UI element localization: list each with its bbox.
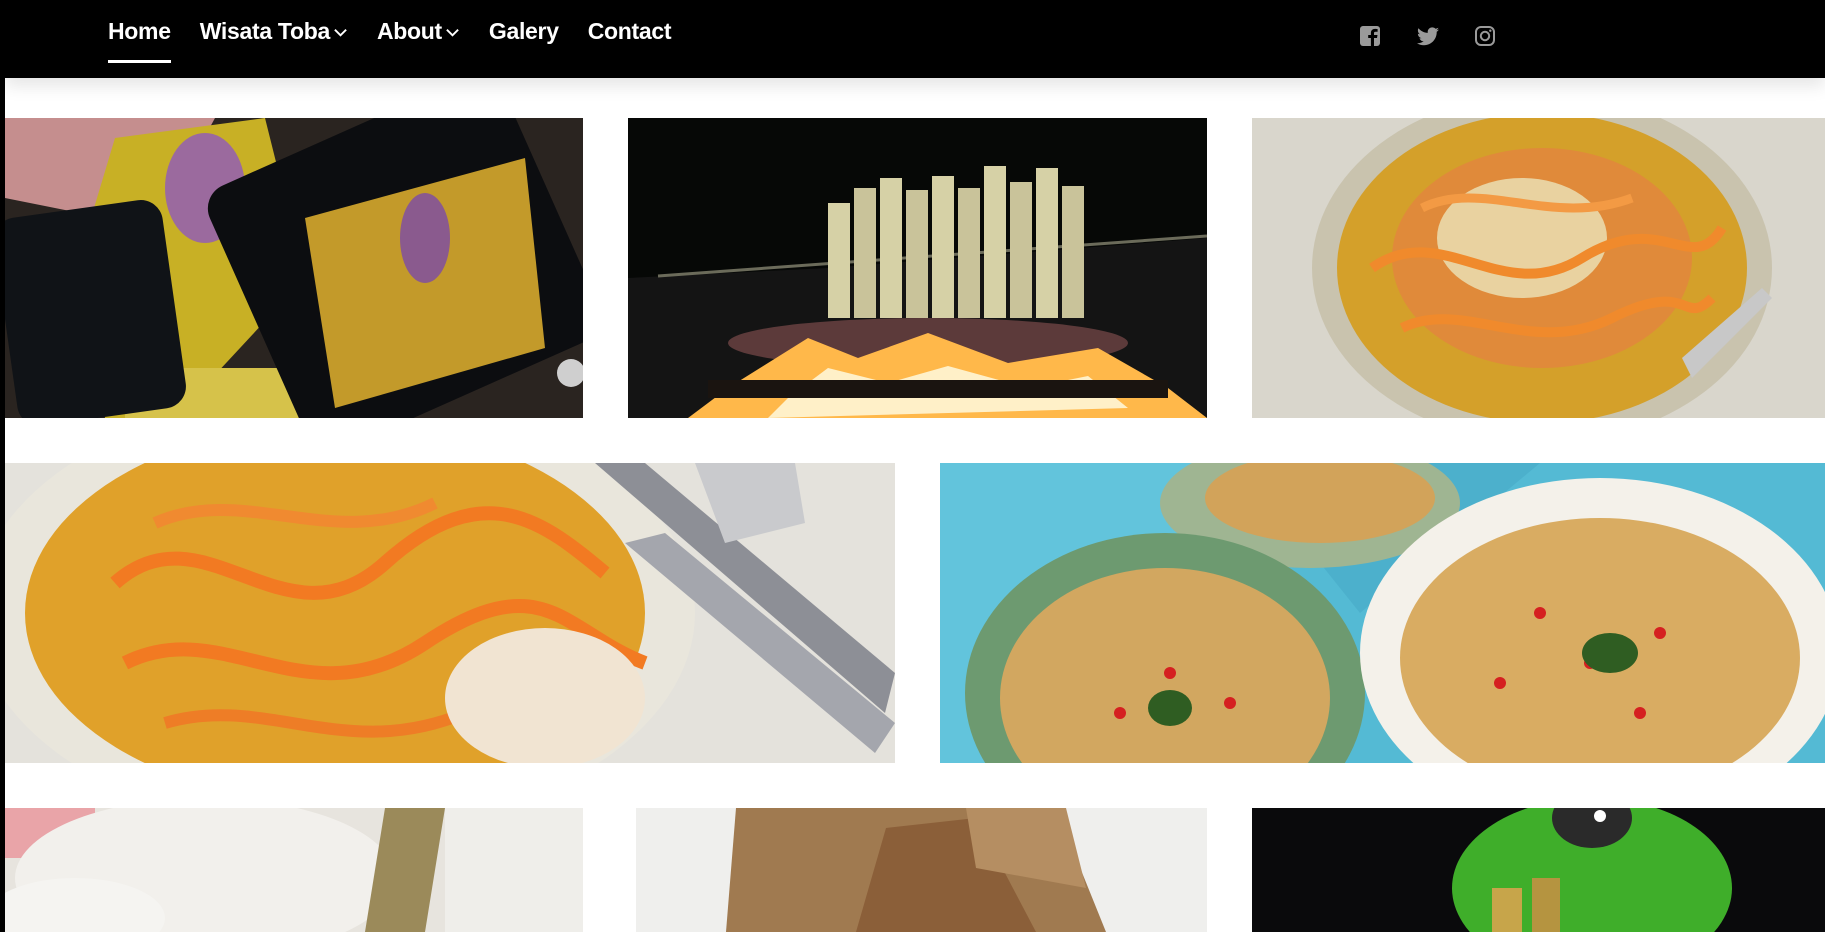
nav-contact[interactable]: Contact — [588, 15, 672, 47]
gallery-photo-arsik-plates[interactable] — [940, 463, 1825, 763]
nav-galery-label: Galery — [488, 17, 559, 44]
chevron-down-icon — [334, 28, 347, 37]
gallery-photo-mie-gomak-closeup[interactable] — [5, 463, 895, 763]
nav-about-label: About — [376, 17, 442, 44]
nav-galery[interactable]: Galery — [489, 15, 559, 47]
nav-wisata-toba[interactable]: Wisata Toba — [200, 15, 348, 47]
nav-home[interactable]: Home — [108, 15, 171, 63]
gallery-photo-wrapped-leaf[interactable] — [636, 808, 1207, 932]
nav-about[interactable]: About — [377, 15, 460, 47]
nav-home-label: Home — [108, 17, 171, 44]
twitter-icon[interactable] — [1416, 24, 1440, 48]
instagram-icon[interactable] — [1473, 24, 1497, 48]
main-menu: Home Wisata Toba About Galery Contact — [108, 15, 700, 63]
nav-contact-label: Contact — [587, 17, 672, 44]
nav-wisata-toba-label: Wisata Toba — [199, 17, 331, 44]
chevron-down-icon — [446, 28, 459, 37]
gallery-photo-bamboo-fire[interactable] — [628, 118, 1207, 418]
gallery-photo-mie-gomak-plate[interactable] — [1252, 118, 1825, 418]
gallery-photo-night-performer[interactable] — [1252, 808, 1825, 932]
navbar: Home Wisata Toba About Galery Contact — [5, 0, 1825, 78]
gallery-photo-phones-food[interactable] — [5, 118, 583, 418]
facebook-icon[interactable] — [1358, 24, 1382, 48]
gallery-photo-sticky-rice[interactable] — [5, 808, 583, 932]
